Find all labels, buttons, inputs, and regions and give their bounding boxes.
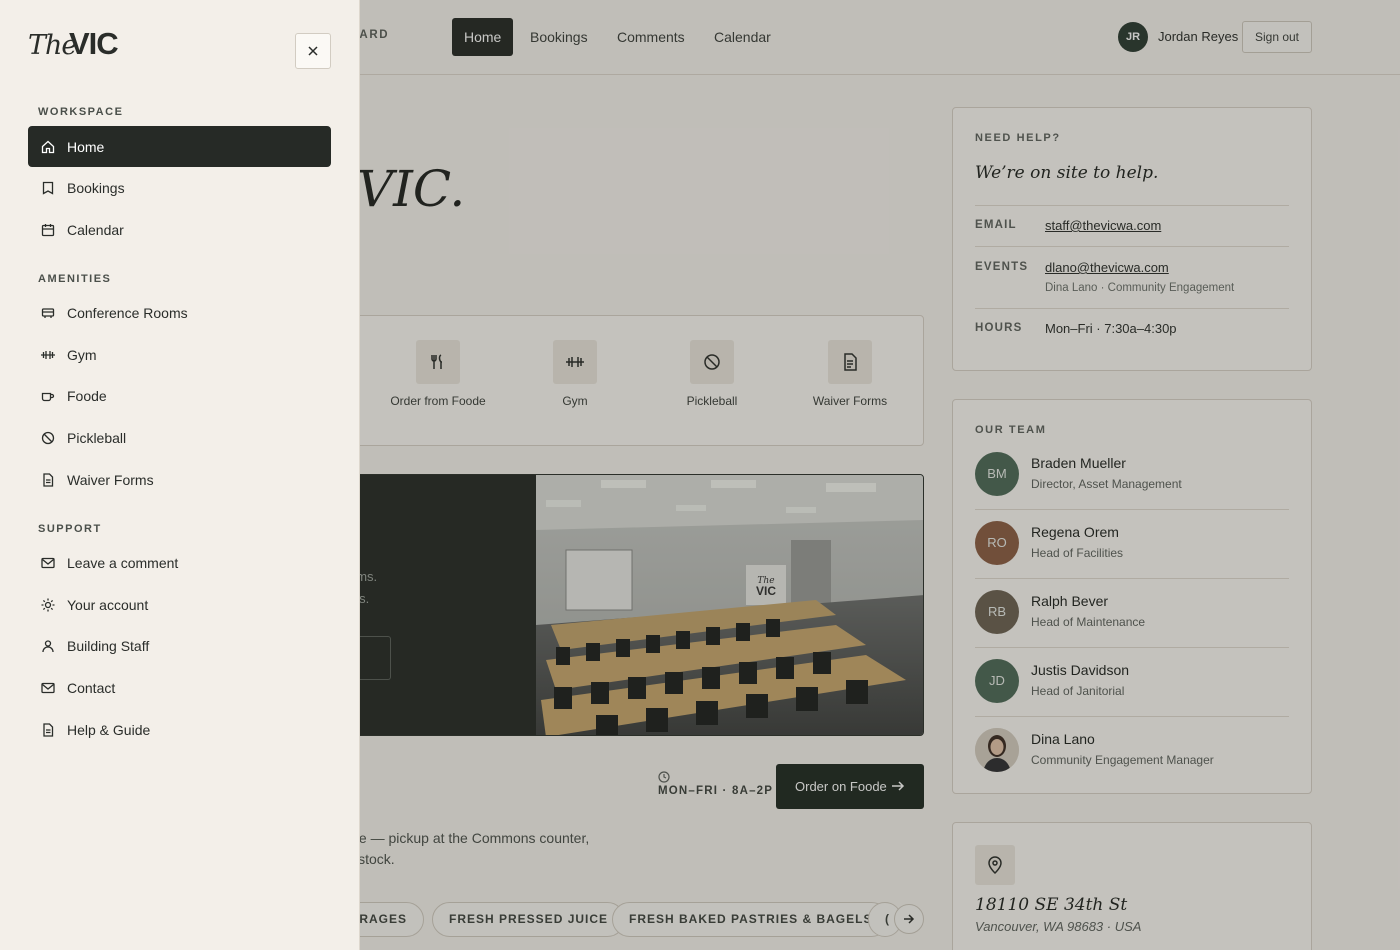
sun-icon (40, 597, 56, 613)
section-support-label: SUPPORT (38, 523, 102, 535)
drawer-item-label: Your account (67, 596, 149, 613)
thevic-logo: The VIC (28, 26, 119, 61)
drawer-item-foode[interactable]: Foode (28, 375, 331, 416)
conference-icon (40, 305, 56, 321)
svg-text:VIC: VIC (69, 26, 118, 61)
drawer-item-label: Conference Rooms (67, 304, 188, 321)
calendar-icon (40, 222, 56, 238)
pickleball-icon (40, 430, 56, 446)
person-icon (40, 638, 56, 654)
drawer-item-gym[interactable]: Gym (28, 334, 331, 375)
coffee-icon (40, 388, 56, 404)
document-icon (40, 472, 56, 488)
mail-icon (40, 680, 56, 696)
drawer-item-label: Help & Guide (67, 721, 151, 738)
dumbbell-icon (40, 347, 56, 363)
drawer-item-label: Home (67, 138, 105, 155)
drawer-item-bookings[interactable]: Bookings (28, 167, 331, 208)
drawer-item-conference-rooms[interactable]: Conference Rooms (28, 292, 331, 333)
drawer-item-your-account[interactable]: Your account (28, 584, 331, 625)
close-drawer-button[interactable] (295, 33, 331, 69)
bookmark-icon (40, 180, 56, 196)
drawer-item-home[interactable]: Home (28, 126, 331, 167)
section-amenities-label: AMENITIES (38, 273, 112, 285)
drawer-item-leave-comment[interactable]: Leave a comment (28, 542, 331, 583)
navigation-drawer: The VIC WORKSPACE Home Bookings Calendar… (0, 0, 360, 950)
drawer-item-label: Gym (67, 346, 97, 363)
drawer-item-label: Waiver Forms (67, 471, 154, 488)
section-workspace-label: WORKSPACE (38, 106, 124, 118)
drawer-item-waiver-forms[interactable]: Waiver Forms (28, 459, 331, 500)
drawer-item-help-guide[interactable]: Help & Guide (28, 709, 331, 750)
drawer-item-building-staff[interactable]: Building Staff (28, 625, 331, 666)
mail-icon (40, 555, 56, 571)
drawer-item-label: Bookings (67, 179, 125, 196)
close-icon (308, 46, 318, 56)
drawer-item-label: Calendar (67, 221, 124, 238)
document-icon (40, 722, 56, 738)
drawer-item-contact[interactable]: Contact (28, 667, 331, 708)
drawer-item-label: Foode (67, 387, 107, 404)
drawer-item-label: Leave a comment (67, 554, 179, 571)
drawer-item-label: Contact (67, 679, 116, 696)
drawer-item-label: Pickleball (67, 429, 127, 446)
home-icon (40, 139, 56, 155)
drawer-item-calendar[interactable]: Calendar (28, 209, 331, 250)
drawer-item-pickleball[interactable]: Pickleball (28, 417, 331, 458)
drawer-item-label: Building Staff (67, 637, 150, 654)
